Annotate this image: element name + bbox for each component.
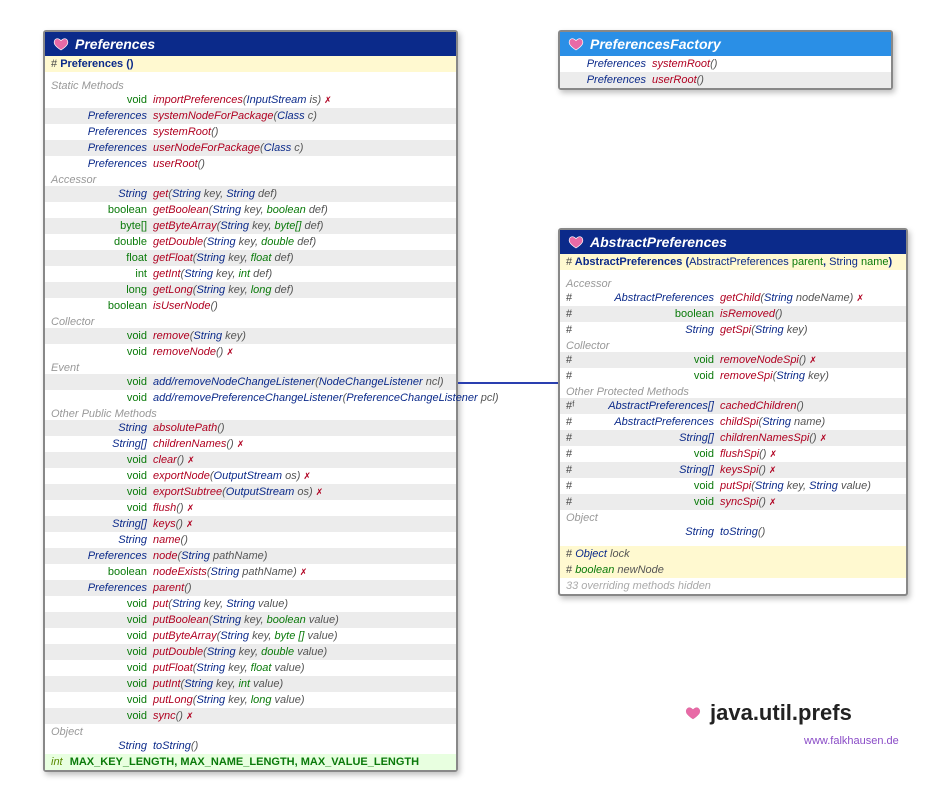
- method-row: #voidflushSpi ()✗: [560, 446, 906, 462]
- section-label: Event: [45, 360, 456, 374]
- method-row: voidclear ()✗: [45, 452, 456, 468]
- method-row: Stringname (): [45, 532, 456, 548]
- abstract-preferences-title: AbstractPreferences: [560, 230, 906, 254]
- method-row: voidexportNode (OutputStream os)✗: [45, 468, 456, 484]
- section-label: Static Methods: [45, 78, 456, 92]
- section-label: Accessor: [45, 172, 456, 186]
- method-row: booleangetBoolean (String key, boolean d…: [45, 202, 456, 218]
- method-row: voidremove (String key): [45, 328, 456, 344]
- heart-icon: [682, 702, 704, 724]
- method-row: voidputInt (String key, int value): [45, 676, 456, 692]
- method-row: #voidremoveSpi (String key): [560, 368, 906, 384]
- method-row: voidputLong (String key, long value): [45, 692, 456, 708]
- method-row: doublegetDouble (String key, double def): [45, 234, 456, 250]
- section-label: Collector: [45, 314, 456, 328]
- method-row: StringabsolutePath (): [45, 420, 456, 436]
- method-row: #String[]keysSpi ()✗: [560, 462, 906, 478]
- method-row: #voidputSpi (String key, String value): [560, 478, 906, 494]
- interface-icon: [568, 36, 584, 52]
- method-row: booleanisUserNode (): [45, 298, 456, 314]
- preferences-factory-box: PreferencesFactory PreferencessystemRoot…: [558, 30, 893, 90]
- method-row: PreferencessystemNodeForPackage (Class c…: [45, 108, 456, 124]
- method-row: voidexportSubtree (OutputStream os)✗: [45, 484, 456, 500]
- preferences-constants: int MAX_KEY_LENGTH, MAX_NAME_LENGTH, MAX…: [45, 754, 456, 770]
- method-row: PreferencesuserRoot (): [45, 156, 456, 172]
- method-row: PreferencesuserNodeForPackage (Class c): [45, 140, 456, 156]
- preferences-title: Preferences: [45, 32, 456, 56]
- method-row: Preferencesparent (): [45, 580, 456, 596]
- method-row: #voidsyncSpi ()✗: [560, 494, 906, 510]
- method-row: voidadd/removePreferenceChangeListener (…: [45, 390, 456, 406]
- inheritance-connector: [458, 382, 558, 384]
- preferences-sections: Static MethodsvoidimportPreferences (Inp…: [45, 78, 456, 754]
- class-icon: [568, 234, 584, 250]
- method-row: #AbstractPreferenceschildSpi (String nam…: [560, 414, 906, 430]
- method-row: PreferencessystemRoot (): [560, 56, 891, 72]
- method-row: PreferencessystemRoot (): [45, 124, 456, 140]
- section-label: Object: [560, 510, 906, 524]
- method-row: voidputDouble (String key, double value): [45, 644, 456, 660]
- method-row: byte[]getByteArray (String key, byte[] d…: [45, 218, 456, 234]
- method-row: voidremoveNode ()✗: [45, 344, 456, 360]
- field-row: # Object lock: [560, 546, 906, 562]
- abstract-preferences-constructor: # AbstractPreferences (AbstractPreferenc…: [560, 254, 906, 270]
- method-row: voidadd/removeNodeChangeListener (NodeCh…: [45, 374, 456, 390]
- preferences-constructor: # Preferences (): [45, 56, 456, 72]
- section-label: Object: [45, 724, 456, 738]
- method-row: #voidremoveNodeSpi ()✗: [560, 352, 906, 368]
- footer-link[interactable]: www.falkhausen.de: [804, 735, 899, 747]
- preferences-factory-title: PreferencesFactory: [560, 32, 891, 56]
- package-label: java.util.prefs: [682, 700, 852, 726]
- method-row: Stringget (String key, String def): [45, 186, 456, 202]
- section-label: Other Public Methods: [45, 406, 456, 420]
- abstract-preferences-box: AbstractPreferences # AbstractPreference…: [558, 228, 908, 596]
- abstract-preferences-sections: Accessor#AbstractPreferencesgetChild (St…: [560, 276, 906, 540]
- section-label: Other Protected Methods: [560, 384, 906, 398]
- method-row: #ᶠAbstractPreferences[]cachedChildren (): [560, 398, 906, 414]
- method-row: voidflush ()✗: [45, 500, 456, 516]
- method-row: booleannodeExists (String pathName)✗: [45, 564, 456, 580]
- method-row: #String[]childrenNamesSpi ()✗: [560, 430, 906, 446]
- method-row: floatgetFloat (String key, float def): [45, 250, 456, 266]
- method-row: intgetInt (String key, int def): [45, 266, 456, 282]
- section-label: Collector: [560, 338, 906, 352]
- method-row: voidputByteArray (String key, byte [] va…: [45, 628, 456, 644]
- field-row: # boolean newNode: [560, 562, 906, 578]
- method-row: #booleanisRemoved (): [560, 306, 906, 322]
- method-row: voidimportPreferences (InputStream is)✗: [45, 92, 456, 108]
- method-row: #StringgetSpi (String key): [560, 322, 906, 338]
- method-row: voidputBoolean (String key, boolean valu…: [45, 612, 456, 628]
- factory-methods: PreferencessystemRoot ()PreferencesuserR…: [560, 56, 891, 88]
- method-row: voidputFloat (String key, float value): [45, 660, 456, 676]
- method-row: Preferencesnode (String pathName): [45, 548, 456, 564]
- preferences-class-box: Preferences # Preferences () Static Meth…: [43, 30, 458, 772]
- section-label: Accessor: [560, 276, 906, 290]
- title-text: Preferences: [75, 36, 155, 52]
- method-row: #AbstractPreferencesgetChild (String nod…: [560, 290, 906, 306]
- method-row: StringtoString (): [560, 524, 906, 540]
- hidden-methods-note: 33 overriding methods hidden: [560, 578, 906, 594]
- method-row: String[]keys ()✗: [45, 516, 456, 532]
- method-row: voidsync ()✗: [45, 708, 456, 724]
- method-row: StringtoString (): [45, 738, 456, 754]
- method-row: longgetLong (String key, long def): [45, 282, 456, 298]
- method-row: voidput (String key, String value): [45, 596, 456, 612]
- method-row: String[]childrenNames ()✗: [45, 436, 456, 452]
- abstract-preferences-fields: # Object lock# boolean newNode: [560, 546, 906, 578]
- class-icon: [53, 36, 69, 52]
- title-text: AbstractPreferences: [590, 234, 727, 250]
- title-text: PreferencesFactory: [590, 36, 721, 52]
- method-row: PreferencesuserRoot (): [560, 72, 891, 88]
